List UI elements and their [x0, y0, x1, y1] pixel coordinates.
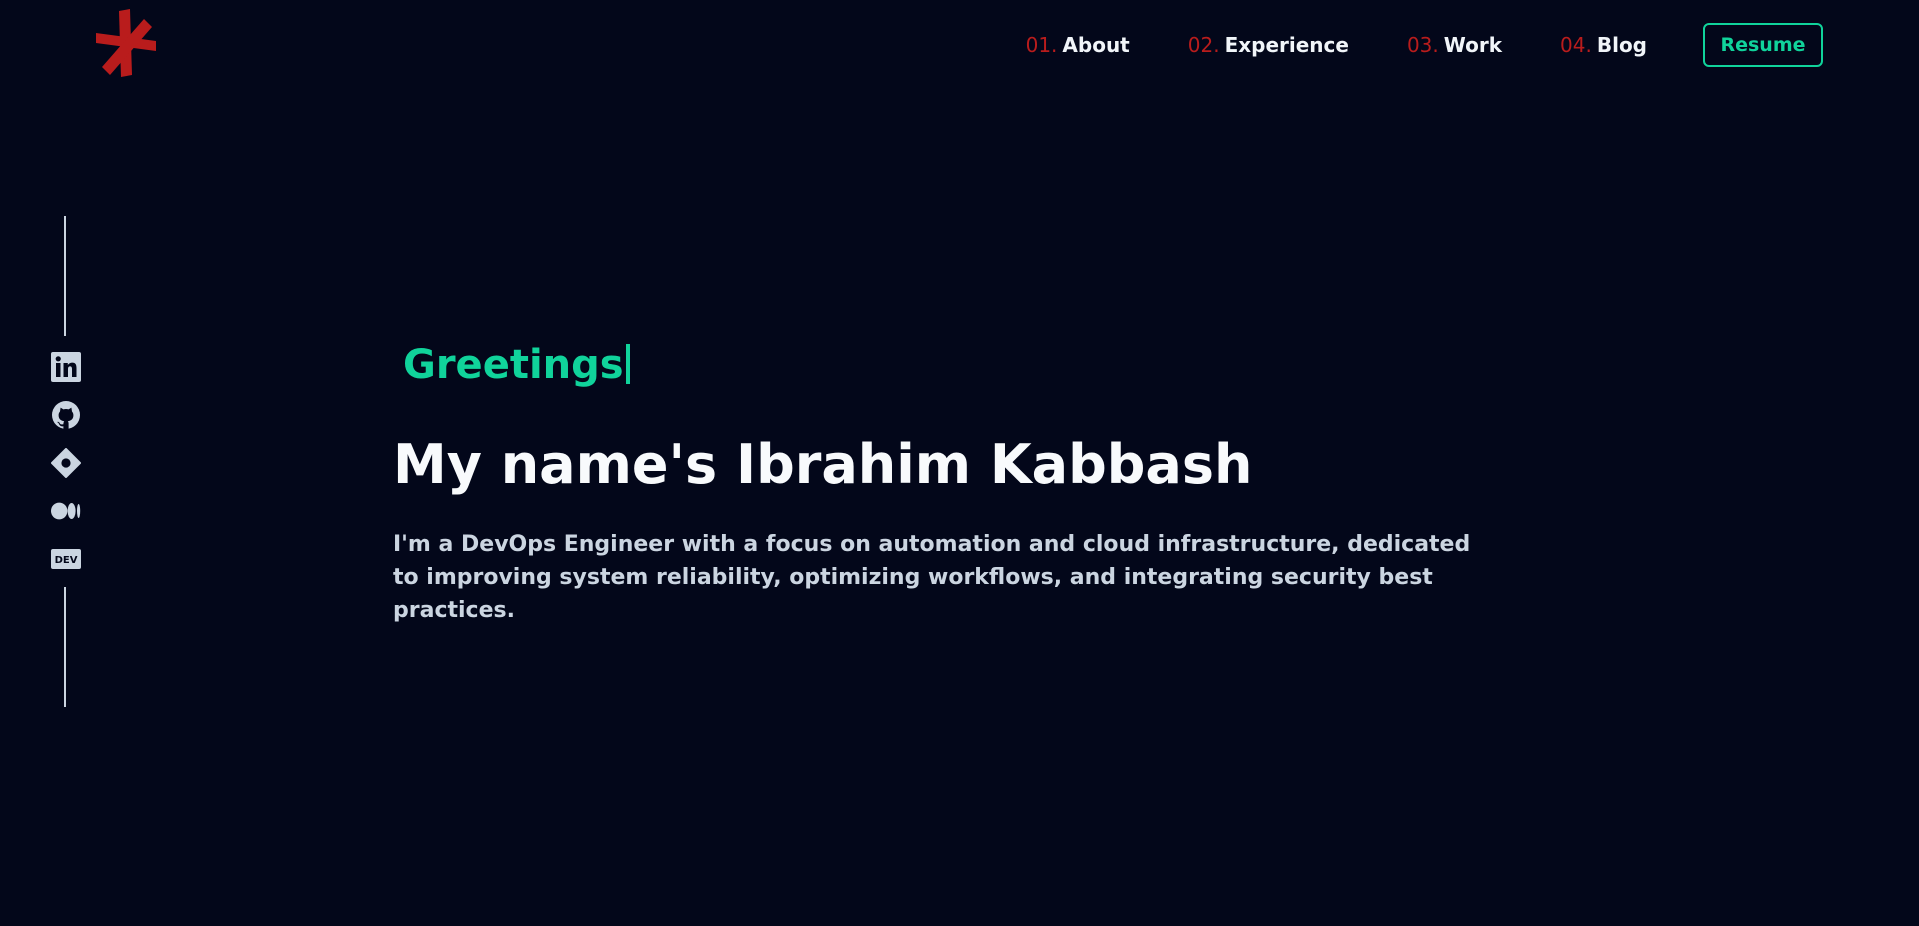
dev-icon-label: DEV	[55, 555, 78, 566]
nav-item-number: 01.	[1025, 33, 1058, 57]
github-link[interactable]	[50, 399, 82, 431]
nav-item-label: About	[1062, 33, 1130, 57]
diamond-icon	[51, 448, 81, 478]
resume-button[interactable]: Resume	[1703, 23, 1823, 67]
nav-item-label: Work	[1443, 33, 1503, 57]
main-nav: 01. About 02. Experience 03. Work 04. Bl…	[1026, 20, 1823, 70]
nav-item-number: 04.	[1560, 33, 1592, 57]
greeting-heading: Greetings	[403, 335, 1533, 395]
page: 01. About 02. Experience 03. Work 04. Bl…	[0, 0, 1919, 926]
nav-item-number: 02.	[1187, 33, 1220, 57]
social-sidebar: DEV	[50, 216, 82, 707]
sidebar-divider-bottom	[63, 587, 66, 707]
dev-link[interactable]: DEV	[50, 543, 82, 575]
hero-section: Greetings My name's Ibrahim Kabbash I'm …	[393, 335, 1533, 627]
github-icon	[52, 401, 80, 429]
hero-tagline: I'm a DevOps Engineer with a focus on au…	[393, 532, 1471, 623]
nav-item-number: 03.	[1406, 33, 1439, 57]
medium-link[interactable]	[50, 495, 82, 527]
diamond-link[interactable]	[50, 447, 82, 479]
asterisk-logo-icon[interactable]	[94, 9, 158, 77]
nav-item-work[interactable]: 03. Work	[1407, 33, 1502, 57]
sidebar-divider-top	[63, 216, 66, 336]
hero-name-heading: My name's Ibrahim Kabbash	[393, 433, 1253, 496]
typing-cursor	[625, 344, 630, 384]
nav-item-blog[interactable]: 04. Blog	[1560, 33, 1647, 57]
linkedin-link[interactable]	[50, 351, 82, 383]
greeting-text: Greetings	[403, 342, 624, 388]
nav-item-label: Blog	[1596, 33, 1647, 57]
dev-icon: DEV	[51, 549, 81, 569]
medium-icon	[51, 502, 81, 520]
nav-item-about[interactable]: 01. About	[1026, 33, 1130, 57]
linkedin-icon	[51, 352, 81, 382]
nav-item-label: Experience	[1224, 33, 1349, 57]
nav-item-experience[interactable]: 02. Experience	[1188, 33, 1349, 57]
